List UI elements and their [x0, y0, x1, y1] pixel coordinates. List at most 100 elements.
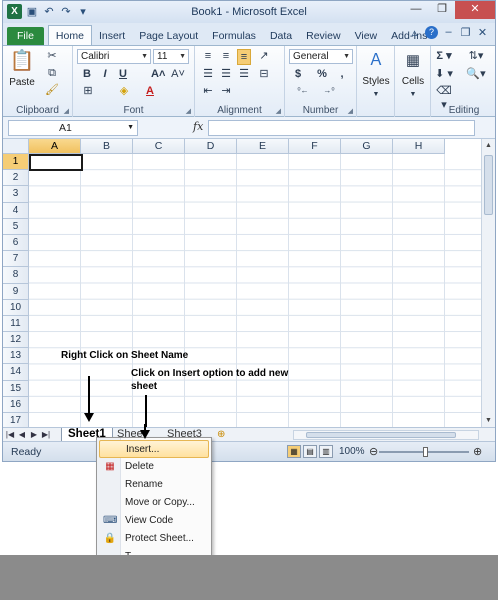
row-header[interactable]: 8	[3, 267, 29, 284]
shrink-font-icon[interactable]: A˅	[171, 67, 185, 81]
sort-filter-icon[interactable]: ⇅▾	[465, 49, 487, 63]
tab-insert[interactable]: Insert	[92, 27, 132, 45]
horizontal-scroll-thumb[interactable]	[306, 432, 456, 438]
tab-file[interactable]: File	[7, 27, 44, 45]
paste-icon[interactable]: 📋	[9, 50, 35, 72]
tab-data[interactable]: Data	[263, 27, 299, 45]
autosum-icon[interactable]: Σ ▾	[435, 49, 453, 63]
tab-view[interactable]: View	[348, 27, 385, 45]
percent-button[interactable]: %	[315, 67, 329, 81]
font-color-icon[interactable]: A	[143, 84, 157, 98]
name-box[interactable]: A1 ▼	[8, 120, 138, 136]
horizontal-scrollbar[interactable]	[293, 430, 479, 440]
row-header[interactable]: 7	[3, 251, 29, 268]
row-header[interactable]: 13	[3, 348, 29, 365]
currency-button[interactable]: $	[291, 67, 305, 81]
page-layout-view-icon[interactable]: ▤	[303, 445, 317, 458]
row-header[interactable]: 15	[3, 380, 29, 397]
column-header-d[interactable]: D	[185, 139, 237, 154]
align-center-icon[interactable]: ☰	[219, 67, 233, 81]
column-header-h[interactable]: H	[393, 139, 445, 154]
increase-indent-icon[interactable]: ⇥	[219, 84, 233, 98]
fill-icon[interactable]: ⬇ ▾	[435, 67, 453, 81]
cells-icon[interactable]: ▦	[403, 51, 423, 71]
menu-item-delete[interactable]: ▦ Delete	[99, 458, 209, 476]
find-select-icon[interactable]: 🔍▾	[465, 67, 487, 81]
grow-font-icon[interactable]: A˄	[151, 67, 165, 81]
insert-function-icon[interactable]: fx	[193, 120, 203, 133]
vertical-scroll-thumb[interactable]	[484, 155, 493, 215]
normal-view-icon[interactable]: ▦	[287, 445, 301, 458]
borders-icon[interactable]: ⊞	[81, 84, 95, 98]
menu-item-rename[interactable]: Rename	[99, 476, 209, 494]
menu-item-insert[interactable]: Insert...	[99, 440, 209, 458]
scroll-down-icon[interactable]: ▼	[482, 414, 495, 427]
increase-decimal-icon[interactable]: ⁰←	[293, 84, 313, 98]
column-header-f[interactable]: F	[289, 139, 341, 154]
fill-color-icon[interactable]: ◈	[117, 84, 131, 98]
select-all-button[interactable]	[3, 139, 29, 154]
number-launcher-icon[interactable]: ◢	[348, 107, 353, 115]
styles-label[interactable]: Styles	[357, 76, 395, 87]
row-header[interactable]: 2	[3, 170, 29, 187]
decrease-indent-icon[interactable]: ⇤	[201, 84, 215, 98]
column-header-e[interactable]: E	[237, 139, 289, 154]
row-header[interactable]: 10	[3, 299, 29, 316]
orientation-icon[interactable]: ↗	[257, 49, 271, 63]
next-sheet-icon[interactable]: ▶	[29, 428, 39, 442]
styles-dropdown-icon[interactable]: ▼	[369, 88, 383, 102]
insert-worksheet-icon[interactable]: ⊕	[211, 428, 231, 442]
zoom-out-icon[interactable]: ⊖	[369, 445, 378, 458]
copy-icon[interactable]: ⧉	[45, 66, 59, 80]
merge-center-icon[interactable]: ⊟	[257, 67, 271, 81]
styles-icon[interactable]: Ａ	[365, 51, 387, 71]
underline-button[interactable]: U	[117, 67, 129, 81]
formula-input[interactable]	[208, 120, 475, 136]
row-header[interactable]: 16	[3, 396, 29, 413]
zoom-in-icon[interactable]: ⊕	[473, 445, 482, 458]
menu-item-protect-sheet[interactable]: 🔒 Protect Sheet...	[99, 530, 209, 548]
cut-icon[interactable]: ✂	[45, 49, 59, 63]
comma-button[interactable]: ,	[335, 67, 349, 81]
bold-button[interactable]: B	[81, 67, 93, 81]
row-header[interactable]: 4	[3, 202, 29, 219]
menu-item-view-code[interactable]: ⌨ View Code	[99, 512, 209, 530]
tab-formulas[interactable]: Formulas	[205, 27, 263, 45]
row-header[interactable]: 12	[3, 332, 29, 349]
row-header[interactable]: 9	[3, 283, 29, 300]
row-header[interactable]: 1	[3, 154, 29, 171]
tab-home[interactable]: Home	[47, 25, 92, 45]
row-header[interactable]: 5	[3, 218, 29, 235]
row-header[interactable]: 17	[3, 413, 29, 427]
bottom-align-icon[interactable]: ≡	[237, 49, 251, 65]
workbook-close-icon[interactable]: ✕	[476, 26, 489, 39]
paste-label[interactable]: Paste	[5, 77, 39, 88]
decrease-decimal-icon[interactable]: →⁰	[319, 84, 339, 98]
align-left-icon[interactable]: ☰	[201, 67, 215, 81]
workbook-minimize-icon[interactable]: –	[442, 26, 455, 39]
middle-align-icon[interactable]: ≡	[219, 49, 233, 63]
row-header[interactable]: 14	[3, 364, 29, 381]
format-painter-icon[interactable]: 🖌	[45, 83, 59, 97]
italic-button[interactable]: I	[99, 67, 111, 81]
column-header-a[interactable]: A	[29, 139, 81, 154]
number-format-select[interactable]: General ▼	[289, 49, 353, 64]
restore-icon[interactable]: ❐	[429, 1, 455, 19]
first-sheet-icon[interactable]: |◀	[5, 428, 15, 442]
top-align-icon[interactable]: ≡	[201, 49, 215, 63]
minimize-icon[interactable]: —	[403, 1, 429, 19]
clipboard-launcher-icon[interactable]: ◢	[64, 107, 69, 115]
minimize-ribbon-icon[interactable]: ▵	[408, 26, 421, 39]
row-header[interactable]: 3	[3, 186, 29, 203]
align-right-icon[interactable]: ☰	[237, 67, 251, 81]
font-name-select[interactable]: Calibri ▼	[77, 49, 151, 64]
tab-review[interactable]: Review	[299, 27, 347, 45]
vertical-scrollbar[interactable]: ▲ ▼	[481, 139, 495, 427]
scroll-up-icon[interactable]: ▲	[482, 139, 495, 152]
help-icon[interactable]: ?	[425, 26, 438, 39]
column-header-g[interactable]: G	[341, 139, 393, 154]
zoom-slider-knob[interactable]	[423, 447, 428, 457]
page-break-view-icon[interactable]: ▥	[319, 445, 333, 458]
alignment-launcher-icon[interactable]: ◢	[276, 107, 281, 115]
workbook-restore-icon[interactable]: ❐	[459, 26, 472, 39]
